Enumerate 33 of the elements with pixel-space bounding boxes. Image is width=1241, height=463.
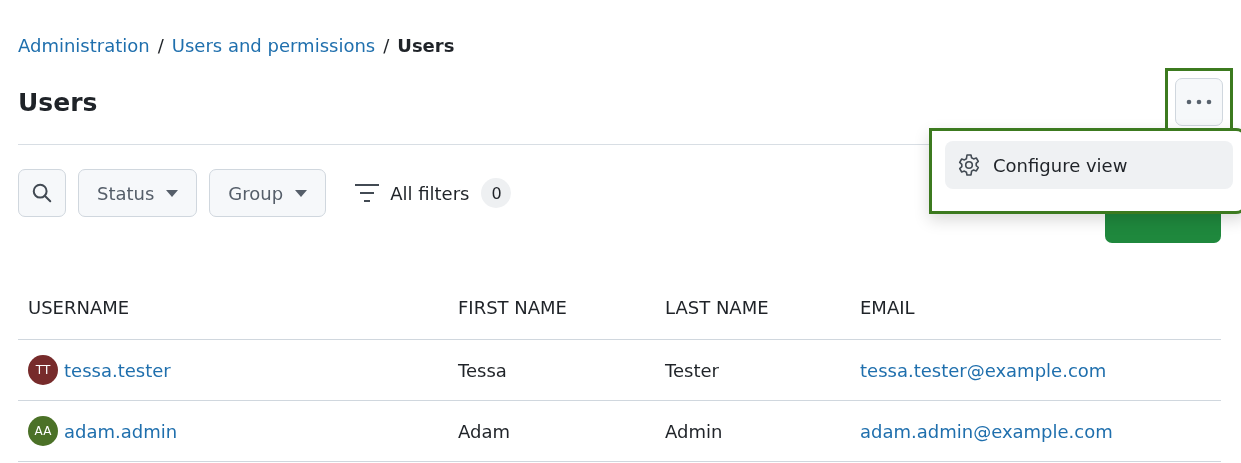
search-icon [31,182,53,204]
table-cell: Admin [665,420,723,442]
breadcrumb-separator: / [383,34,390,56]
email-link[interactable]: tessa.tester@example.com [860,359,1107,381]
breadcrumb-separator: / [157,34,164,56]
filter-count: 0 [481,178,512,208]
more-icon [1186,99,1212,105]
user-avatar: AA [28,416,58,446]
username-link[interactable]: tessa.tester [64,359,171,381]
table-cell: Tessa [458,359,507,381]
page-title: Users [18,87,98,117]
search-button[interactable] [18,169,66,217]
column-header: LAST NAME [655,275,850,340]
column-header: FIRST NAME [448,275,655,340]
email-link[interactable]: adam.admin@example.com [860,420,1113,442]
all-filters-button[interactable]: All filters [354,182,470,204]
current-page: Users [397,34,455,56]
more-button[interactable] [1175,78,1223,126]
username-link[interactable]: adam.admin [64,420,178,442]
filter-dropdown[interactable]: Status [78,169,198,217]
caret-icon [295,189,308,197]
filter-icon [354,183,381,203]
caret-icon [166,189,179,197]
column-header: USERNAME [18,275,448,340]
breadcrumb-link[interactable]: Users and permissions [171,34,376,56]
table-cell: Tester [665,359,719,381]
menu-item[interactable]: Configure view [945,141,1233,189]
user-avatar: TT [28,355,58,385]
breadcrumb-link[interactable]: Administration [18,34,150,56]
filter-dropdown[interactable]: Group [209,169,327,217]
table-cell: Adam [458,420,510,442]
column-header: EMAIL [850,275,1221,340]
gear-icon [957,153,981,177]
